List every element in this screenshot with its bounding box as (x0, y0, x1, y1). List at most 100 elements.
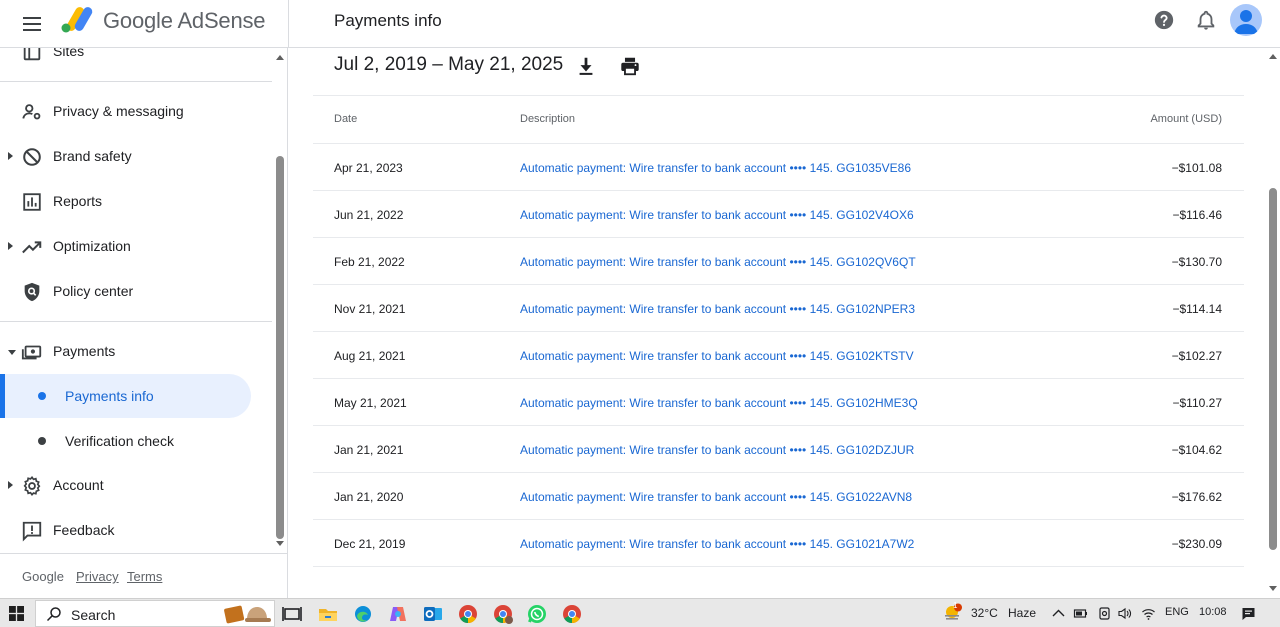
payment-description-link[interactable]: Automatic payment: Wire transfer to bank… (520, 208, 914, 222)
payment-amount: −$130.70 (1171, 255, 1222, 269)
scroll-up-arrow-icon[interactable] (276, 55, 284, 60)
payment-description-link[interactable]: Automatic payment: Wire transfer to bank… (520, 537, 914, 551)
adsense-logo-icon (61, 7, 93, 33)
column-header-date[interactable]: Date (334, 113, 357, 125)
sidebar-item-payments[interactable]: Payments (0, 330, 272, 374)
sidebar-item-feedback[interactable]: Feedback (0, 509, 272, 553)
payments-icon (21, 345, 42, 360)
sidebar-item-privacy-messaging[interactable]: Privacy & messaging (0, 90, 272, 134)
download-icon[interactable] (575, 55, 597, 77)
table-row: Jan 21, 2020 Automatic payment: Wire tran… (313, 473, 1244, 520)
payment-description-link[interactable]: Automatic payment: Wire transfer to bank… (520, 255, 916, 269)
wifi-icon[interactable] (1141, 606, 1156, 621)
payment-description-link[interactable]: Automatic payment: Wire transfer to bank… (520, 443, 914, 457)
help-icon[interactable] (1153, 9, 1175, 31)
chevron-up-icon[interactable] (1051, 606, 1066, 621)
file-explorer-icon[interactable] (316, 602, 340, 626)
account-avatar[interactable] (1230, 4, 1262, 36)
payment-amount: −$230.09 (1171, 537, 1222, 551)
scroll-up-arrow-icon[interactable] (1269, 54, 1277, 59)
table-body: Apr 21, 2023 Automatic payment: Wire tran… (313, 144, 1244, 567)
sidebar-item-label: Privacy & messaging (53, 103, 184, 119)
sidebar-item-brand-safety[interactable]: Brand safety (0, 135, 272, 179)
edge-browser-icon[interactable] (351, 602, 375, 626)
payment-date: Nov 21, 2021 (334, 302, 406, 316)
weather-condition[interactable]: Haze (1008, 606, 1036, 620)
active-dot-icon (38, 392, 46, 400)
payment-description-link[interactable]: Automatic payment: Wire transfer to bank… (520, 490, 912, 504)
sidebar-item-policy-center[interactable]: Policy center (0, 270, 272, 314)
payment-description-link[interactable]: Automatic payment: Wire transfer to bank… (520, 302, 915, 316)
sidebar-subitem-verification-check[interactable]: Verification check (0, 419, 251, 463)
sidebar-subitem-label: Verification check (65, 433, 174, 449)
payment-date: Jun 21, 2022 (334, 208, 404, 222)
payment-date: Apr 21, 2023 (334, 161, 403, 175)
sidebar-item-label: Account (53, 477, 104, 493)
sidebar-nav: Sites Privacy & messaging Brand safety R… (0, 48, 288, 598)
copilot-icon[interactable] (386, 602, 410, 626)
payment-date: Feb 21, 2022 (334, 255, 405, 269)
expand-caret-icon (8, 242, 13, 250)
table-row: Aug 21, 2021 Automatic payment: Wire tran… (313, 332, 1244, 379)
sidebar-item-label: Sites (53, 48, 85, 59)
weather-alert-badge: 1 (953, 601, 958, 610)
scroll-down-arrow-icon[interactable] (276, 541, 284, 546)
task-view-icon[interactable] (280, 602, 304, 626)
windows-start-icon[interactable] (9, 606, 24, 621)
table-row: Apr 21, 2023 Automatic payment: Wire tran… (313, 144, 1244, 191)
battery-charging-icon[interactable] (1073, 606, 1088, 621)
trending-up-icon (22, 241, 42, 254)
sidebar-item-optimization[interactable]: Optimization (0, 225, 272, 269)
chrome-active-window-icon[interactable] (560, 602, 584, 626)
payment-description-link[interactable]: Automatic payment: Wire transfer to bank… (520, 396, 918, 410)
sidebar-item-account[interactable]: Account (0, 464, 272, 508)
notification-center-icon[interactable] (1241, 606, 1256, 621)
expand-caret-icon (8, 481, 13, 489)
expand-caret-icon (8, 152, 13, 160)
sites-icon (23, 48, 41, 61)
payment-amount: −$176.62 (1171, 490, 1222, 504)
sidebar-item-reports[interactable]: Reports (0, 180, 272, 224)
main-menu-button[interactable] (20, 12, 44, 36)
search-icon (46, 607, 61, 622)
chrome-icon[interactable] (456, 602, 480, 626)
block-icon (23, 148, 41, 166)
payment-date: Jan 21, 2020 (334, 490, 404, 504)
payment-date: Dec 21, 2019 (334, 537, 406, 551)
sidebar-item-label: Brand safety (53, 148, 132, 164)
taskbar-search-box[interactable]: Search (35, 600, 275, 627)
sidebar-scrollbar[interactable] (274, 48, 286, 553)
terms-link[interactable]: Terms (127, 569, 162, 584)
scroll-down-arrow-icon[interactable] (1269, 586, 1277, 591)
payment-date: May 21, 2021 (334, 396, 407, 410)
camera-icon[interactable] (1097, 606, 1112, 621)
table-row: Dec 21, 2019 Automatic payment: Wire tran… (313, 520, 1244, 567)
payment-amount: −$110.27 (1172, 396, 1223, 410)
main-scroll-thumb[interactable] (1269, 188, 1277, 550)
shield-search-icon (24, 282, 40, 302)
sidebar-item-sites[interactable]: Sites (0, 48, 272, 74)
sidebar-scroll-thumb[interactable] (276, 156, 284, 539)
system-clock[interactable]: 10:08 (1199, 606, 1227, 618)
sidebar-subitem-payments-info[interactable]: Payments info (0, 374, 251, 418)
main-scrollbar[interactable] (1266, 48, 1280, 598)
payment-date: Aug 21, 2021 (334, 349, 406, 363)
print-icon[interactable] (619, 55, 641, 77)
sidebar-item-label: Optimization (53, 238, 131, 254)
nav-divider (0, 321, 272, 322)
outlook-icon[interactable] (421, 602, 445, 626)
payment-description-link[interactable]: Automatic payment: Wire transfer to bank… (520, 349, 914, 363)
chrome-profile-icon[interactable] (491, 602, 515, 626)
column-header-amount[interactable]: Amount (USD) (1150, 113, 1222, 125)
main-content: Jul 2, 2019 – May 21, 2025 Date Descript… (289, 48, 1280, 598)
speaker-volume-icon[interactable] (1117, 606, 1132, 621)
privacy-link[interactable]: Privacy (76, 569, 119, 584)
whatsapp-icon[interactable] (525, 602, 549, 626)
weather-temperature[interactable]: 32°C (971, 606, 998, 620)
input-language[interactable]: ENG (1165, 606, 1189, 618)
table-row: Jun 21, 2022 Automatic payment: Wire tran… (313, 191, 1244, 238)
column-header-description[interactable]: Description (520, 113, 575, 125)
notifications-bell-icon[interactable] (1195, 9, 1217, 31)
payment-description-link[interactable]: Automatic payment: Wire transfer to bank… (520, 161, 911, 175)
payments-table: Date Description Amount (USD) Apr 21, 20… (313, 95, 1244, 567)
